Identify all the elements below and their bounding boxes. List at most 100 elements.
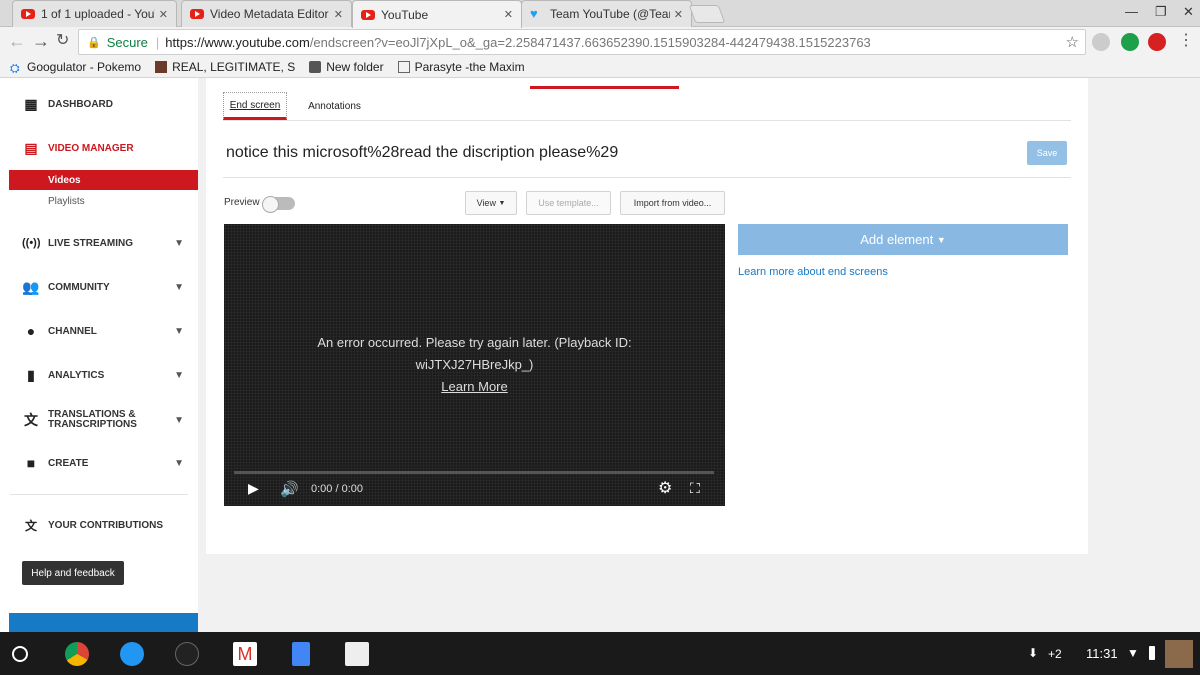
sidebar-item-translations[interactable]: 文 TRANSLATIONS & TRANSCRIPTIONS ▼ xyxy=(0,409,198,431)
bookmarks-bar: ⛭ Googulator - Pokemo REAL, LEGITIMATE, S… xyxy=(0,57,1200,78)
progress-bar[interactable] xyxy=(234,471,714,474)
browser-tab-team-youtube[interactable]: ♥ Team YouTube (@TeamYouTube) ✕ xyxy=(521,0,692,27)
save-button[interactable]: Save xyxy=(1027,141,1067,165)
user-avatar[interactable] xyxy=(1165,640,1193,668)
browser-tab-strip: 1 of 1 uploaded - YouTube ✕ Video Metada… xyxy=(0,0,1200,28)
tabs-divider xyxy=(223,120,1071,121)
close-icon[interactable]: ✕ xyxy=(504,8,513,21)
docs-icon[interactable] xyxy=(292,642,310,666)
close-icon[interactable]: ✕ xyxy=(674,8,683,21)
chevron-down-icon: ▼ xyxy=(174,414,184,426)
launcher-icon[interactable] xyxy=(12,646,28,662)
sidebar-item-video-manager[interactable]: ▤ VIDEO MANAGER xyxy=(0,140,198,156)
browser-tab-uploaded[interactable]: 1 of 1 uploaded - YouTube ✕ xyxy=(12,0,177,27)
sidebar-item-label: TRANSLATIONS & TRANSCRIPTIONS xyxy=(48,410,137,430)
web-store-icon[interactable] xyxy=(345,642,369,666)
bookmark-favicon-icon: ⛭ xyxy=(10,61,20,75)
bookmark-item[interactable]: ⛭ Googulator - Pokemo xyxy=(10,60,141,75)
youtube-icon xyxy=(190,9,204,19)
import-from-video-button[interactable]: Import from video... xyxy=(620,191,725,215)
sidebar-item-videos[interactable]: Videos xyxy=(9,170,198,190)
separator: | xyxy=(155,34,160,50)
files-icon[interactable] xyxy=(120,642,144,666)
address-bar[interactable]: 🔒 Secure | https://www.youtube.com/endsc… xyxy=(78,29,1086,55)
sidebar-item-playlists[interactable]: Playlists xyxy=(9,191,198,211)
bookmark-item[interactable]: Parasyte -the Maxim xyxy=(397,60,525,74)
system-clock[interactable]: 11:31 xyxy=(1086,646,1118,661)
forward-icon[interactable]: → xyxy=(32,31,50,51)
playback-error-message: An error occurred. Please try again late… xyxy=(224,332,725,398)
extension-yab-icon[interactable] xyxy=(1148,33,1166,51)
extension-green-icon[interactable] xyxy=(1121,33,1139,51)
tab-title: YouTube xyxy=(381,7,429,22)
youtube-icon xyxy=(21,9,35,19)
chrome-icon[interactable] xyxy=(65,642,89,666)
close-icon[interactable]: ✕ xyxy=(159,8,168,21)
sidebar-item-live-streaming[interactable]: ((•)) LIVE STREAMING ▼ xyxy=(0,235,198,251)
title-divider xyxy=(223,177,1071,178)
chevron-down-icon: ▼ xyxy=(174,369,184,381)
error-text-line: wiJTXJ27HBreJkp_) xyxy=(415,357,534,372)
sidebar-item-channel[interactable]: ● CHANNEL ▼ xyxy=(0,323,198,339)
battery-icon[interactable] xyxy=(1149,646,1155,660)
browser-tab-youtube[interactable]: YouTube ✕ xyxy=(352,0,522,28)
browser-toolbar: ← → ↻ 🔒 Secure | https://www.youtube.com… xyxy=(0,27,1200,57)
minimize-icon[interactable]: — xyxy=(1125,4,1138,19)
sidebar-item-label: CHANNEL xyxy=(48,325,97,337)
url-path: /endscreen?v=eoJl7jXpL_o&_ga=2.258471437… xyxy=(309,34,871,50)
secure-label: Secure xyxy=(106,34,148,50)
add-element-button[interactable]: Add element ▼ xyxy=(738,224,1068,255)
settings-gear-icon[interactable]: ⚙ xyxy=(658,478,672,498)
help-and-feedback-button[interactable]: Help and feedback xyxy=(22,561,124,585)
maximize-icon[interactable]: ❐ xyxy=(1155,4,1167,20)
wifi-icon[interactable]: ▼ xyxy=(1127,646,1139,660)
video-player[interactable]: An error occurred. Please try again late… xyxy=(224,224,725,506)
back-icon[interactable]: ← xyxy=(8,31,26,51)
add-element-label: Add element xyxy=(860,232,934,247)
sidebar-item-your-contributions[interactable]: 文 YOUR CONTRIBUTIONS xyxy=(0,517,198,533)
tab-annotations[interactable]: Annotations xyxy=(302,92,367,120)
fullscreen-icon[interactable]: ⛶ xyxy=(690,480,700,497)
sidebar-item-community[interactable]: 👥 COMMUNITY ▼ xyxy=(0,279,198,295)
error-text-line: An error occurred. Please try again late… xyxy=(317,335,632,350)
sidebar-item-dashboard[interactable]: ▦ DASHBOARD xyxy=(0,96,198,112)
tab-end-screen[interactable]: End screen xyxy=(223,92,287,120)
notification-count[interactable]: +2 xyxy=(1048,647,1062,661)
folder-icon xyxy=(309,61,322,73)
download-icon[interactable]: ⬇ xyxy=(1028,646,1038,660)
bookmark-item[interactable]: REAL, LEGITIMATE, S xyxy=(155,60,295,74)
reload-icon[interactable]: ↻ xyxy=(56,31,69,51)
menu-dots-icon[interactable]: ⋮ xyxy=(1178,31,1194,51)
use-template-button[interactable]: Use template... xyxy=(526,191,611,215)
learn-more-link[interactable]: Learn More xyxy=(441,379,507,394)
time-display: 0:00 / 0:00 xyxy=(311,483,363,495)
sidebar-divider xyxy=(10,494,188,495)
browser-tab-metadata-editor[interactable]: Video Metadata Editor - YouTube ✕ xyxy=(181,0,352,27)
bookmark-label: REAL, LEGITIMATE, S xyxy=(172,60,296,74)
translations-line-2: TRANSCRIPTIONS xyxy=(48,419,137,430)
gmail-icon[interactable]: M xyxy=(233,642,257,666)
new-tab-button[interactable] xyxy=(688,5,726,23)
play-icon[interactable]: ▶ xyxy=(248,480,259,497)
dashboard-icon: ▦ xyxy=(24,95,38,112)
chevron-down-icon: ▼ xyxy=(174,325,184,337)
extension-headphones-icon[interactable] xyxy=(1092,33,1110,51)
app-icon[interactable] xyxy=(175,642,199,666)
learn-more-end-screens-link[interactable]: Learn more about end screens xyxy=(738,266,888,278)
bookmark-item[interactable]: New folder xyxy=(309,60,384,74)
sidebar-item-create[interactable]: ■ CREATE ▼ xyxy=(0,455,198,471)
bookmark-label: New folder xyxy=(326,60,384,74)
creator-studio-beta-button[interactable] xyxy=(9,613,198,632)
video-manager-icon: ▤ xyxy=(24,139,38,156)
preview-toggle[interactable] xyxy=(262,196,295,213)
sidebar-item-analytics[interactable]: ▮ ANALYTICS ▼ xyxy=(0,367,198,383)
sidebar-item-label: LIVE STREAMING xyxy=(48,237,134,249)
close-icon[interactable]: ✕ xyxy=(334,8,343,21)
bookmark-star-icon[interactable]: ☆ xyxy=(1066,33,1079,51)
url-host: https://www.youtube.com xyxy=(165,34,310,50)
preview-label: Preview xyxy=(224,197,260,208)
close-window-icon[interactable]: ✕ xyxy=(1183,4,1194,20)
view-dropdown-button[interactable]: View ▼ xyxy=(465,191,517,215)
volume-icon[interactable]: 🔊 xyxy=(280,480,299,498)
tab-title: Team YouTube (@TeamYouTube) xyxy=(550,7,670,21)
